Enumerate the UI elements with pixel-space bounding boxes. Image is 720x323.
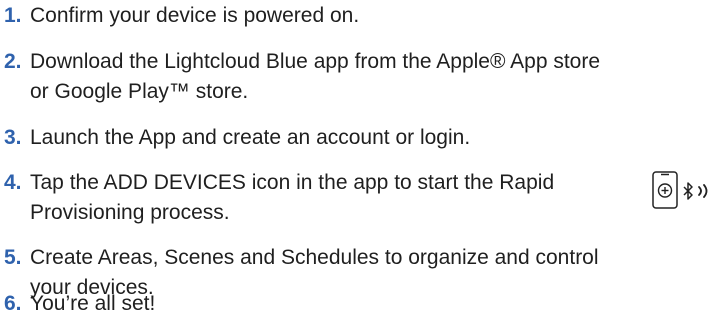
step-number: 4. (4, 171, 22, 194)
step-number: 5. (4, 246, 22, 269)
step-number: 6. (4, 292, 22, 315)
bluetooth-icon (683, 182, 693, 200)
step-number: 1. (4, 4, 22, 27)
step-text: Launch the App and create an account or … (30, 126, 471, 149)
step-text: You’re all set! (30, 292, 156, 315)
add-device-icon (652, 171, 678, 209)
add-devices-icon-group (651, 170, 719, 210)
step-number: 3. (4, 126, 22, 149)
step-text-continued: or Google Play™ store. (30, 80, 249, 103)
step-text: Tap the ADD DEVICES icon in the app to s… (30, 171, 555, 194)
step-text: Create Areas, Scenes and Schedules to or… (30, 246, 599, 269)
step-text: Download the Lightcloud Blue app from th… (30, 50, 601, 73)
signal-waves-icon (698, 184, 708, 198)
step-text: Confirm your device is powered on. (30, 4, 360, 27)
step-text-continued: Provisioning process. (30, 201, 230, 224)
step-number: 2. (4, 50, 22, 73)
